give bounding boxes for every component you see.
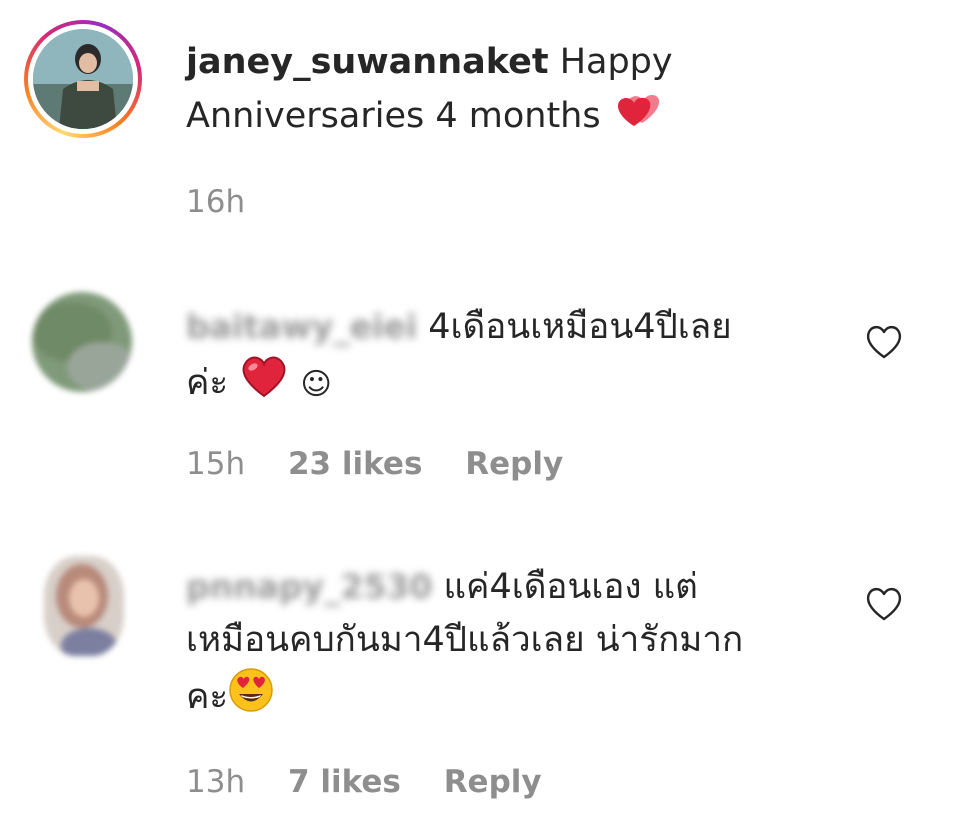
heart-outline-icon[interactable]: [864, 322, 904, 362]
comment-text-line2: เหมือนคบกันมา4ปีแล้วเลย น่ารักมาก: [186, 620, 744, 660]
two-hearts-icon: [612, 89, 662, 145]
post-caption-line1: Happy: [559, 42, 673, 82]
red-heart-icon: [239, 354, 289, 414]
heart-eyes-emoji-icon: [228, 667, 274, 729]
post-time: 16h: [186, 184, 246, 220]
post-caption-text: janey_suwannaket Happy Anniversaries 4 m…: [186, 36, 746, 145]
post-meta: 16h: [186, 184, 278, 220]
commenter-avatar[interactable]: [32, 292, 132, 392]
reply-button[interactable]: Reply: [465, 446, 563, 482]
comment-username[interactable]: pnnapy_2530: [186, 560, 432, 613]
comment-username[interactable]: baitawy_eiei: [186, 300, 417, 353]
comment-meta: 15h 23 likes Reply: [186, 446, 596, 482]
comment-text-line2: ค่ะ: [186, 363, 229, 403]
comment-text-line3: คะ: [186, 677, 229, 717]
comment-text: pnnapy_2530 แค่4เดือนเอง แต่ เหมือนคบกัน…: [186, 560, 866, 729]
post-caption-line2: Anniversaries 4 months: [186, 96, 601, 136]
comment-text: baitawy_eiei 4เดือนเหมือน4ปีเลย ค่ะ ☺: [186, 300, 806, 414]
comment-likes[interactable]: 7 likes: [288, 764, 401, 800]
comment-text-line1: แค่4เดือนเอง แต่: [443, 567, 698, 607]
comment-time: 15h: [186, 446, 246, 482]
commenter-avatar[interactable]: [44, 556, 124, 656]
comment-text-line1: 4เดือนเหมือน4ปีเลย: [428, 307, 732, 347]
comment-meta: 13h 7 likes Reply: [186, 764, 575, 800]
heart-outline-icon[interactable]: [864, 584, 904, 624]
post-author-username[interactable]: janey_suwannaket: [186, 42, 549, 82]
smiley-glyph: ☺: [300, 367, 332, 402]
comment-likes[interactable]: 23 likes: [288, 446, 422, 482]
reply-button[interactable]: Reply: [444, 764, 542, 800]
author-avatar[interactable]: [24, 20, 142, 138]
comment-time: 13h: [186, 764, 246, 800]
